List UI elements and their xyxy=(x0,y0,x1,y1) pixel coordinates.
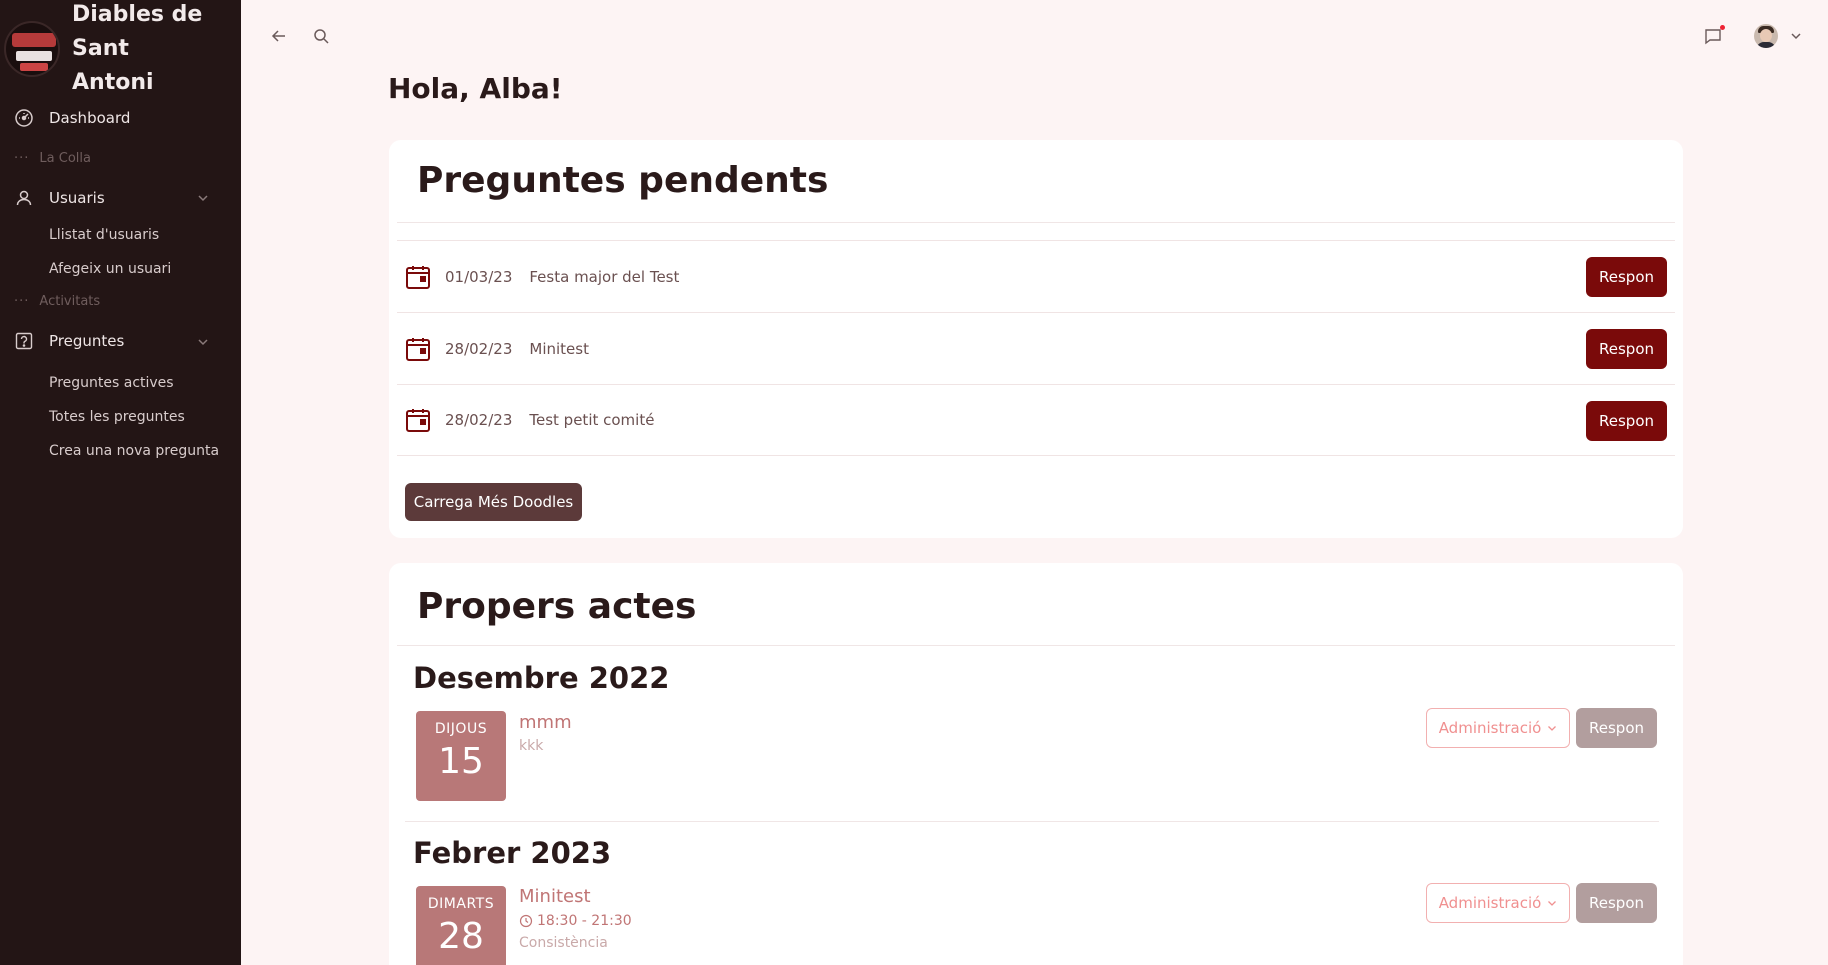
respon-button[interactable]: Respon xyxy=(1576,708,1657,748)
respon-button[interactable]: Respon xyxy=(1586,329,1667,369)
sidebar-item-afegeix-usuari[interactable]: Afegeix un usuari xyxy=(0,252,241,286)
administracio-dropdown[interactable]: Administració xyxy=(1426,708,1570,748)
notification-dot xyxy=(1720,25,1725,30)
clock-icon xyxy=(519,914,533,928)
avatar[interactable] xyxy=(1754,24,1778,48)
event-time: 18:30 - 21:30 xyxy=(519,913,632,929)
calendar-icon xyxy=(406,409,430,432)
respon-button[interactable]: Respon xyxy=(1586,257,1667,297)
chevron-down-icon[interactable] xyxy=(1786,26,1806,46)
calendar-icon xyxy=(406,265,430,289)
event-day: 15 xyxy=(438,741,484,782)
dots-icon: ··· xyxy=(14,150,30,166)
sidebar-item-crea-pregunta[interactable]: Crea una nova pregunta xyxy=(0,434,241,468)
brand[interactable]: Diables de Sant Antoni xyxy=(0,0,241,98)
question-name[interactable]: Minitest xyxy=(529,340,589,358)
event-title[interactable]: mmm xyxy=(519,712,572,733)
question-date: 28/02/23 xyxy=(445,411,513,429)
load-more-button[interactable]: Carrega Més Doodles xyxy=(405,483,582,521)
upcoming-events-card: Propers actes Desembre 2022 DIJOUS 15 mm… xyxy=(389,563,1683,965)
event-time-text: 18:30 - 21:30 xyxy=(537,913,632,929)
divider xyxy=(405,821,1659,822)
event-title[interactable]: Minitest xyxy=(519,886,591,907)
question-name[interactable]: Test petit comité xyxy=(529,411,654,429)
card-title: Propers actes xyxy=(417,586,697,627)
month-heading: Febrer 2023 xyxy=(413,836,612,870)
divider xyxy=(397,222,1675,223)
list-item: 28/02/23 Test petit comité Respon xyxy=(397,384,1675,456)
chevron-down-icon xyxy=(1548,901,1557,906)
calendar-icon xyxy=(406,337,430,361)
brand-title: Diables de Sant Antoni xyxy=(72,2,203,95)
sidebar-item-label: Preguntes xyxy=(49,332,125,350)
respon-button[interactable]: Respon xyxy=(1576,883,1657,923)
list-item: 28/02/23 Minitest Respon xyxy=(397,312,1675,384)
event-weekday: DIMARTS xyxy=(427,896,495,912)
sidebar-item-usuaris[interactable]: Usuaris xyxy=(0,178,241,218)
administracio-dropdown[interactable]: Administració xyxy=(1426,883,1570,923)
question-icon xyxy=(14,331,34,351)
event-subtitle: kkk xyxy=(519,738,544,754)
month-heading: Desembre 2022 xyxy=(413,661,670,695)
dashboard-icon xyxy=(14,108,34,128)
user-icon xyxy=(14,188,34,208)
section-label: La Colla xyxy=(39,150,91,166)
sidebar-item-label: Usuaris xyxy=(49,189,105,207)
pending-questions-card: Preguntes pendents 01/03/23 Festa major … xyxy=(389,140,1683,538)
topbar xyxy=(241,0,1828,72)
divider xyxy=(397,645,1675,646)
back-arrow-icon[interactable] xyxy=(269,26,289,46)
event-weekday: DIJOUS xyxy=(434,721,488,737)
question-date: 28/02/23 xyxy=(445,339,513,358)
question-name[interactable]: Festa major del Test xyxy=(529,268,679,286)
respon-button[interactable]: Respon xyxy=(1586,401,1667,441)
dropdown-label: Administració xyxy=(1438,719,1542,737)
event-subtitle: Consistència xyxy=(519,935,608,951)
club-logo xyxy=(4,21,60,77)
search-icon[interactable] xyxy=(311,26,331,46)
dropdown-label: Administració xyxy=(1438,894,1542,912)
event-day: 28 xyxy=(438,916,484,957)
event-date-box: DIMARTS 28 xyxy=(416,886,506,965)
question-date: 01/03/23 xyxy=(445,267,513,286)
chevron-down-icon xyxy=(1548,726,1557,731)
sidebar-item-llistat-usuaris[interactable]: Llistat d'usuaris xyxy=(0,218,241,252)
sidebar-item-totes-preguntes[interactable]: Totes les preguntes xyxy=(0,400,241,434)
dots-icon: ··· xyxy=(14,293,30,309)
card-title: Preguntes pendents xyxy=(417,160,829,201)
sidebar: Diables de Sant Antoni Dashboard ··· La … xyxy=(0,0,241,965)
messages-icon[interactable] xyxy=(1703,25,1725,46)
section-activitats: ··· Activitats xyxy=(0,286,241,316)
section-label: Activitats xyxy=(39,293,101,309)
page-greeting: Hola, Alba! xyxy=(388,72,563,105)
sidebar-item-label: Dashboard xyxy=(49,109,131,127)
chevron-down-icon xyxy=(197,190,209,208)
sidebar-item-dashboard[interactable]: Dashboard xyxy=(0,98,241,138)
sidebar-item-preguntes[interactable]: Preguntes xyxy=(0,316,241,366)
event-date-box: DIJOUS 15 xyxy=(416,711,506,801)
section-la-colla: ··· La Colla xyxy=(0,138,241,178)
chevron-down-icon xyxy=(197,334,209,352)
list-item: 01/03/23 Festa major del Test Respon xyxy=(397,240,1675,312)
sidebar-item-preguntes-actives[interactable]: Preguntes actives xyxy=(0,366,241,400)
